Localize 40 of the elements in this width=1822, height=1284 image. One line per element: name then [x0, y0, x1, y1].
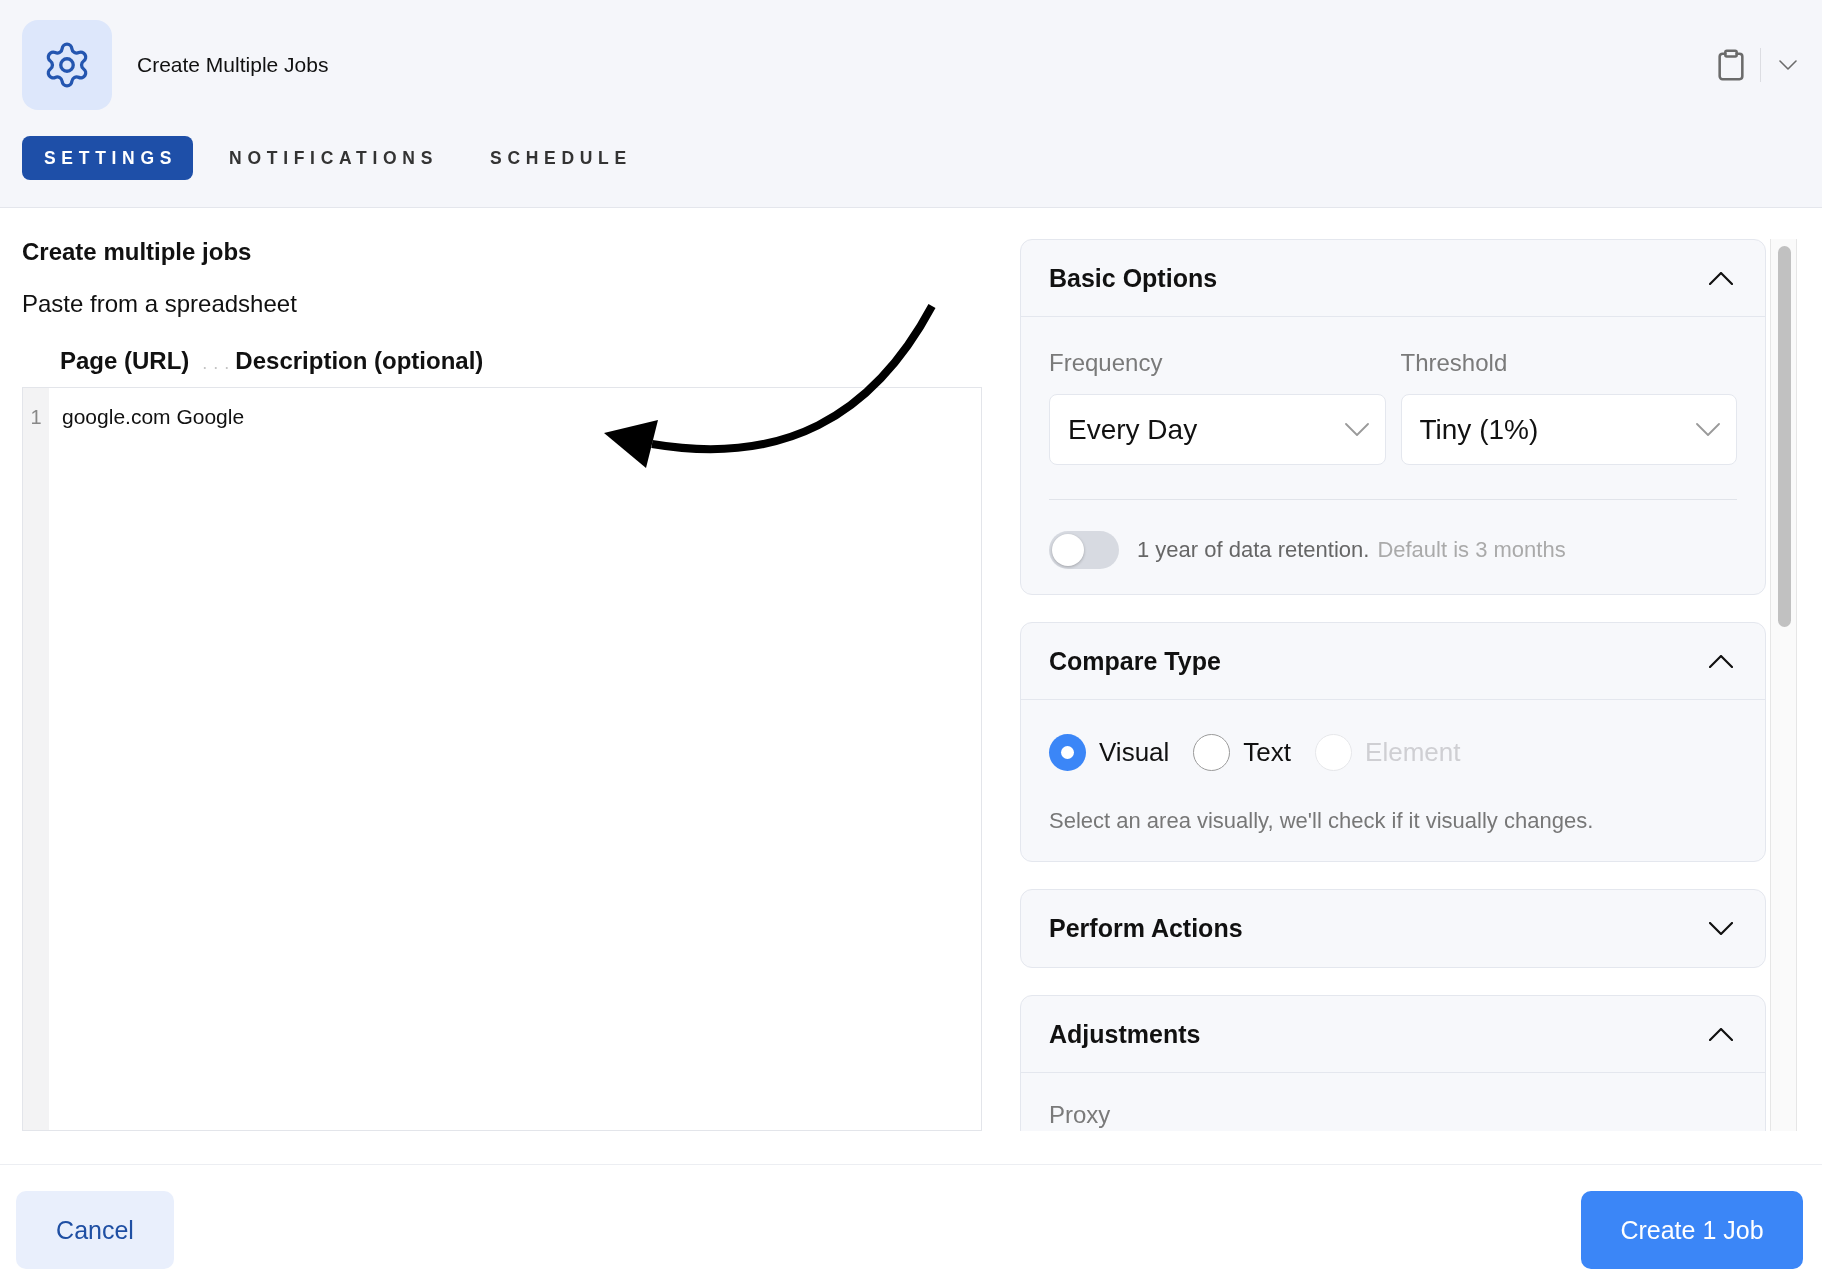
section-heading: Create multiple jobs: [22, 237, 252, 267]
field-label: Frequency: [1049, 348, 1163, 378]
tab[interactable]: SCHEDULE: [468, 136, 648, 180]
toggle-note: Default is 3 months: [1377, 537, 1566, 563]
line-number: 1: [29, 405, 43, 430]
toggle-switch[interactable]: [1049, 531, 1119, 569]
radio-option[interactable]: Text: [1193, 734, 1292, 771]
card-title: Basic Options: [1049, 263, 1218, 293]
section-subheading: Paste from a spreadsheet: [22, 289, 297, 319]
chevron-down-icon: [1344, 423, 1369, 436]
field-label: Threshold: [1400, 348, 1508, 378]
column-header: Description (optional): [235, 346, 484, 376]
scrollbar-thumb[interactable]: [1778, 246, 1791, 627]
chevron-up-icon[interactable]: [1709, 1027, 1733, 1041]
cancel-button[interactable]: Cancel: [16, 1191, 174, 1269]
chevron-down-icon[interactable]: [1709, 922, 1733, 935]
field-label: Proxy: [1049, 1100, 1111, 1130]
spreadsheet-editor[interactable]: 1 google.com Google: [22, 387, 982, 1131]
tab-marker: ...: [202, 353, 236, 374]
create-job-button[interactable]: Create 1 Job: [1581, 1191, 1803, 1269]
card-title: Adjustments: [1049, 1019, 1201, 1049]
scrollbar-track[interactable]: [1770, 239, 1797, 1131]
tab[interactable]: NOTIFICATIONS: [207, 136, 454, 180]
chevron-up-icon[interactable]: [1709, 271, 1733, 285]
card-title: Compare Type: [1049, 646, 1221, 676]
dropdown-select[interactable]: Tiny (1%): [1400, 394, 1737, 465]
toggle-label: 1 year of data retention.: [1137, 537, 1370, 563]
card-title: Perform Actions: [1049, 914, 1243, 943]
description-text: Select an area visually, we'll check if it visually changes.: [1049, 808, 1594, 834]
radio-icon[interactable]: [1049, 734, 1086, 771]
radio-option[interactable]: Visual: [1049, 734, 1170, 771]
chevron-up-icon[interactable]: [1709, 654, 1733, 668]
editor-line: google.com Google: [62, 404, 245, 430]
column-header: Page (URL): [60, 346, 190, 376]
radio-icon[interactable]: [1193, 734, 1231, 771]
dropdown-select[interactable]: Every Day: [1049, 394, 1386, 465]
window-title: Create Multiple Jobs: [137, 53, 329, 77]
tab[interactable]: SETTINGS: [22, 136, 194, 180]
chevron-down-icon: [1696, 423, 1720, 436]
gear-icon: [22, 20, 112, 110]
